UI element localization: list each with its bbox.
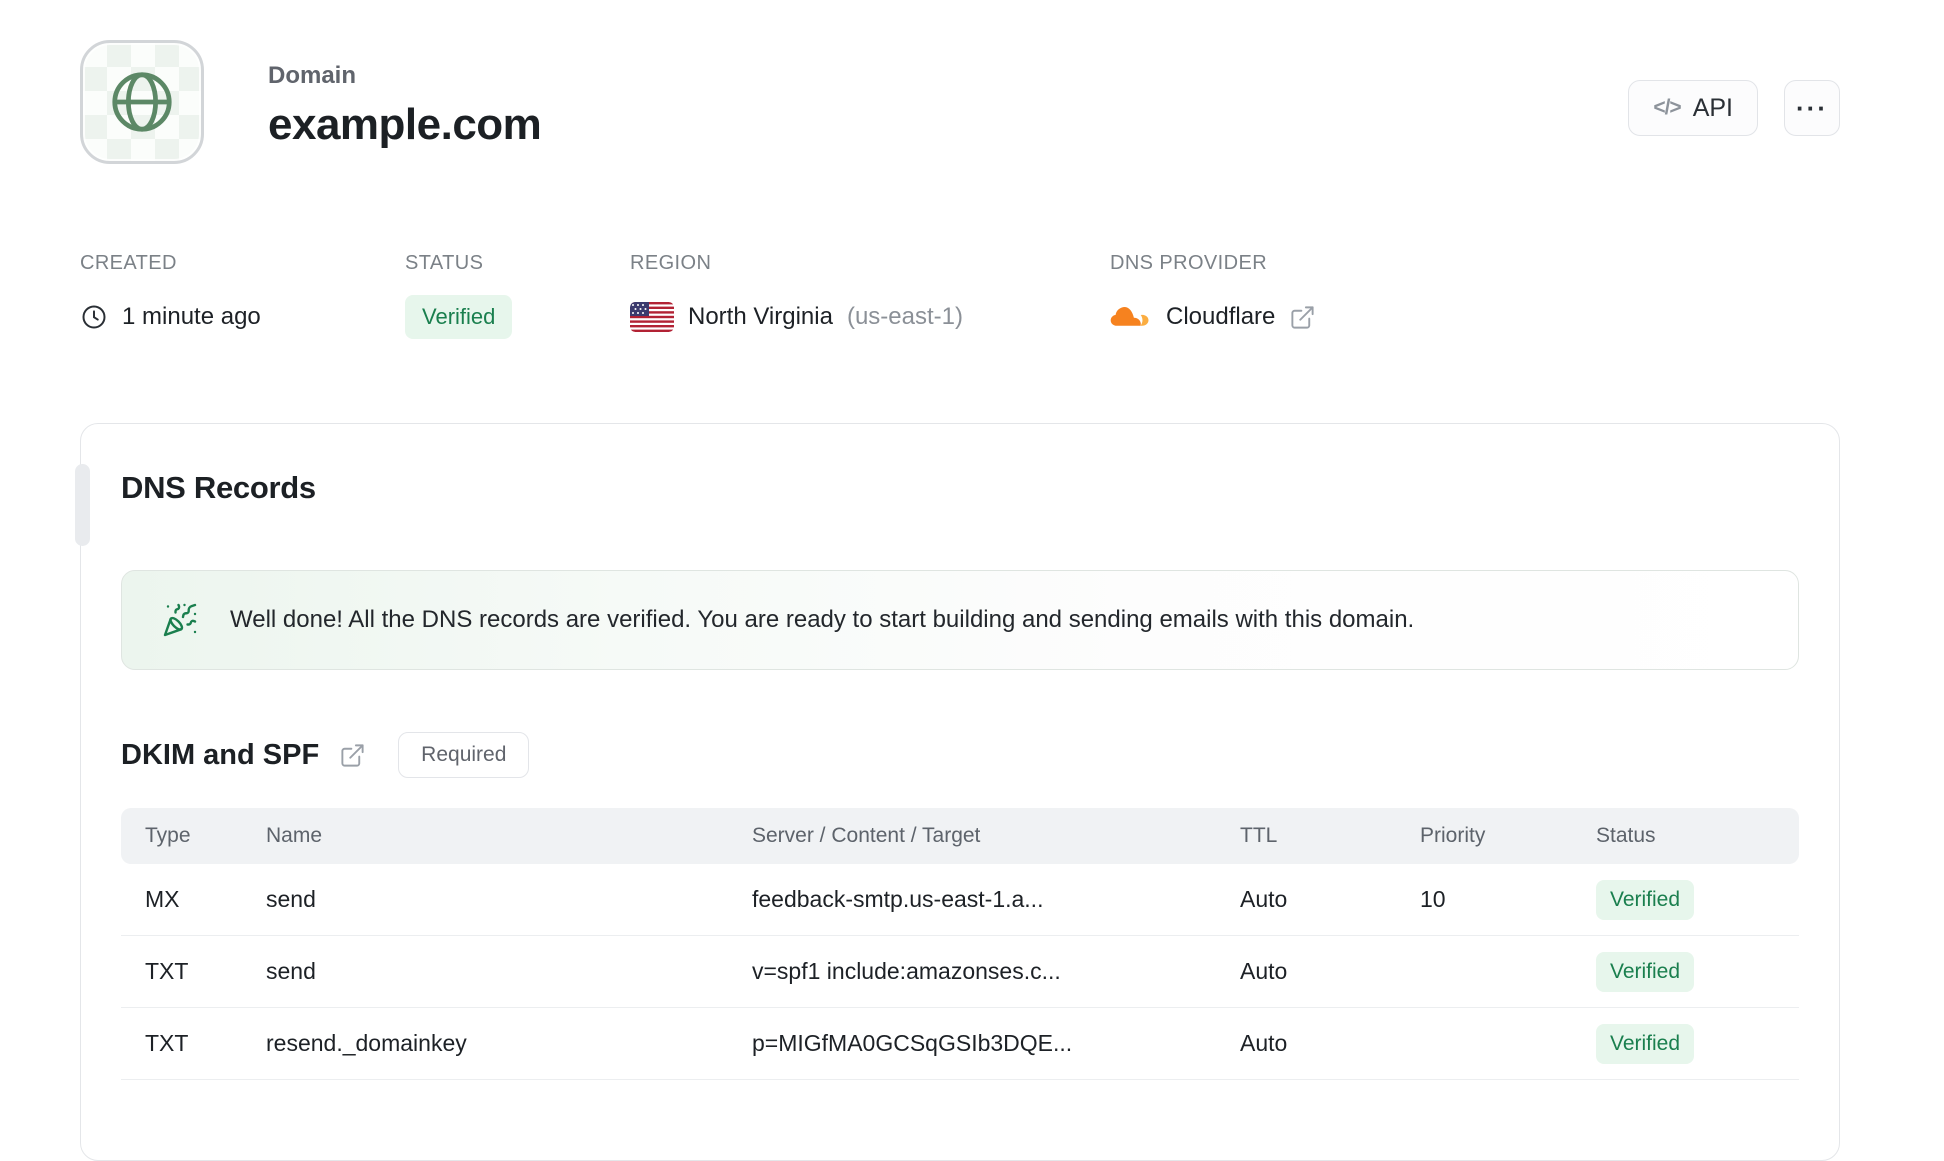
required-badge: Required <box>398 732 530 778</box>
table-header-row: Type Name Server / Content / Target TTL … <box>121 808 1799 864</box>
table-row[interactable]: TXT send v=spf1 include:amazonses.c... A… <box>121 936 1799 1008</box>
col-name: Name <box>266 824 323 847</box>
created-value: 1 minute ago <box>122 303 261 330</box>
cell-content: v=spf1 include:amazonses.c... <box>752 958 1061 984</box>
dkim-spf-title: DKIM and SPF <box>121 738 320 771</box>
status-label: STATUS <box>405 252 484 274</box>
globe-icon <box>104 64 180 140</box>
cell-ttl: Auto <box>1240 1030 1288 1056</box>
cell-status: Verified <box>1596 1023 1799 1064</box>
domain-meta: CREATED 1 minute ago STATUS Verified REG… <box>80 252 1840 339</box>
external-link-icon[interactable] <box>1289 304 1316 331</box>
header-actions: </> API ··· <box>1628 80 1840 136</box>
status-badge: Verified <box>405 295 513 339</box>
cell-status: Verified <box>1596 879 1799 920</box>
page-title: example.com <box>268 100 542 149</box>
ellipsis-icon: ··· <box>1796 92 1828 123</box>
cell-ttl: Auto <box>1240 958 1288 984</box>
meta-created: CREATED 1 minute ago <box>80 252 405 339</box>
meta-status: STATUS Verified <box>405 252 630 339</box>
api-button-label: API <box>1692 93 1733 122</box>
dns-provider-label: DNS PROVIDER <box>1110 252 1268 274</box>
cloudflare-icon <box>1110 303 1152 331</box>
dns-records-table: Type Name Server / Content / Target TTL … <box>121 808 1799 1080</box>
cell-status: Verified <box>1596 951 1799 992</box>
clock-icon <box>80 303 108 331</box>
region-value: North Virginia <box>688 303 833 330</box>
meta-region: REGION North Virginia (us-east-1) <box>630 252 1110 339</box>
party-popper-icon <box>162 602 198 638</box>
status-badge: Verified <box>1596 951 1695 992</box>
table-row[interactable]: MX send feedback-smtp.us-east-1.a... Aut… <box>121 864 1799 936</box>
code-icon: </> <box>1653 96 1681 119</box>
cell-name: send <box>266 886 316 912</box>
cell-ttl: Auto <box>1240 886 1288 912</box>
dkim-spf-section-head: DKIM and SPF Required <box>121 732 1799 778</box>
cell-content: p=MIGfMA0GCSqGSIb3DQE... <box>752 1030 1073 1056</box>
status-badge: Verified <box>1596 1023 1695 1064</box>
cell-type: TXT <box>145 958 189 984</box>
success-banner: Well done! All the DNS records are verif… <box>121 570 1799 670</box>
region-code: (us-east-1) <box>846 303 963 330</box>
page-eyebrow: Domain <box>268 62 357 89</box>
col-status: Status <box>1596 824 1656 847</box>
us-flag-icon <box>630 302 674 332</box>
cell-type: TXT <box>145 1030 189 1056</box>
cell-content: feedback-smtp.us-east-1.a... <box>752 886 1044 912</box>
col-priority: Priority <box>1420 824 1486 847</box>
more-options-button[interactable]: ··· <box>1784 80 1840 136</box>
meta-dns-provider: DNS PROVIDER Cloudflare <box>1110 252 1316 339</box>
status-badge: Verified <box>1596 879 1695 920</box>
api-button[interactable]: </> API <box>1628 80 1758 136</box>
card-side-indicator <box>75 464 90 546</box>
col-ttl: TTL <box>1240 824 1278 847</box>
region-label: REGION <box>630 252 712 274</box>
dns-records-title: DNS Records <box>121 470 316 505</box>
domain-detail-page: Domain example.com </> API ··· CREATED 1… <box>0 0 1944 1161</box>
cell-name: send <box>266 958 316 984</box>
cell-type: MX <box>145 886 180 912</box>
table-row[interactable]: TXT resend._domainkey p=MIGfMA0GCSqGSIb3… <box>121 1008 1799 1080</box>
dns-records-card: DNS Records Well done! All the DNS recor… <box>75 423 1840 1161</box>
page-header: Domain example.com </> API ··· <box>80 40 1840 164</box>
cell-name: resend._domainkey <box>266 1030 467 1056</box>
col-type: Type <box>145 824 191 847</box>
external-link-icon[interactable] <box>339 742 366 769</box>
dns-provider-value: Cloudflare <box>1166 303 1276 330</box>
created-label: CREATED <box>80 252 177 274</box>
domain-avatar <box>80 40 204 164</box>
cell-priority: 10 <box>1420 886 1446 912</box>
col-content: Server / Content / Target <box>752 824 981 847</box>
success-banner-text: Well done! All the DNS records are verif… <box>230 606 1415 633</box>
title-block: Domain example.com <box>268 40 542 150</box>
